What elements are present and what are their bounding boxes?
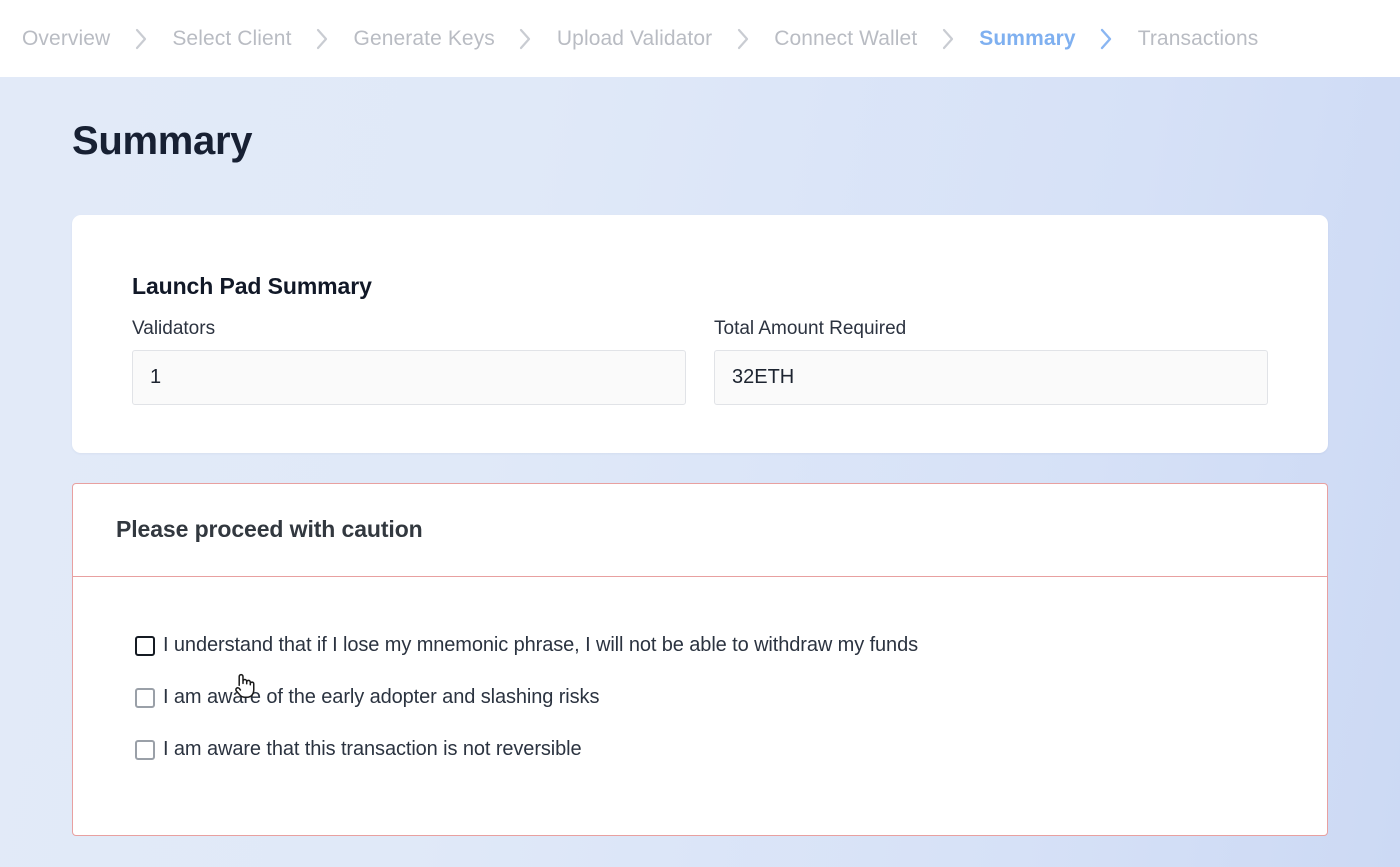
- chevron-right-icon: [110, 28, 172, 50]
- breadcrumb-step-upload-validator[interactable]: Upload Validator: [557, 26, 712, 51]
- breadcrumb-step-transactions[interactable]: Transactions: [1138, 26, 1259, 51]
- checkbox-slashing[interactable]: [135, 687, 155, 708]
- breadcrumb-label[interactable]: Overview: [22, 26, 110, 51]
- breadcrumb-label[interactable]: Transactions: [1138, 26, 1259, 51]
- acknowledgement-row-slashing[interactable]: I am aware of the early adopter and slas…: [135, 686, 1284, 709]
- breadcrumb-label[interactable]: Connect Wallet: [774, 26, 917, 51]
- caution-header: Please proceed with caution: [73, 484, 1327, 577]
- acknowledgement-row-irreversible[interactable]: I am aware that this transaction is not …: [135, 738, 1284, 761]
- breadcrumb-step-overview[interactable]: Overview: [22, 26, 110, 51]
- acknowledgement-row-mnemonic[interactable]: I understand that if I lose my mnemonic …: [135, 634, 1284, 657]
- validators-field-group: Validators 1: [132, 318, 686, 405]
- summary-fields-row: Validators 1 Total Amount Required 32ETH: [132, 318, 1268, 405]
- main-content: Summary Launch Pad Summary Validators 1 …: [0, 77, 1400, 867]
- checkbox-irreversible[interactable]: [135, 739, 155, 760]
- validators-label: Validators: [132, 318, 216, 339]
- breadcrumb-label[interactable]: Generate Keys: [354, 26, 495, 51]
- checkbox-label-slashing: I am aware of the early adopter and slas…: [163, 685, 600, 708]
- total-amount-label: Total Amount Required: [714, 318, 907, 339]
- breadcrumb-label-active[interactable]: Summary: [979, 26, 1075, 51]
- chevron-right-icon: [917, 28, 979, 50]
- breadcrumb: Overview Select Client Generate Keys Upl…: [0, 0, 1400, 77]
- total-amount-field-group: Total Amount Required 32ETH: [714, 318, 1268, 405]
- chevron-right-icon: [712, 28, 774, 50]
- breadcrumb-step-connect-wallet[interactable]: Connect Wallet: [774, 26, 917, 51]
- chevron-right-icon-active: [1076, 28, 1138, 50]
- checkbox-label-mnemonic: I understand that if I lose my mnemonic …: [163, 633, 919, 656]
- chevron-right-icon: [292, 28, 354, 50]
- breadcrumb-label[interactable]: Upload Validator: [557, 26, 712, 51]
- app-root: Overview Select Client Generate Keys Upl…: [0, 0, 1400, 867]
- chevron-right-icon: [495, 28, 557, 50]
- total-amount-input[interactable]: 32ETH: [714, 349, 1268, 405]
- launch-pad-summary-card: Launch Pad Summary Validators 1 Total Am…: [72, 215, 1328, 453]
- caution-checkbox-list: I understand that if I lose my mnemonic …: [73, 577, 1327, 835]
- breadcrumb-label[interactable]: Select Client: [172, 26, 291, 51]
- caution-title: Please proceed with caution: [116, 516, 423, 543]
- breadcrumb-step-generate-keys[interactable]: Generate Keys: [354, 26, 495, 51]
- caution-panel: Please proceed with caution I understand…: [72, 482, 1328, 836]
- card-title: Launch Pad Summary: [132, 273, 372, 299]
- page-title: Summary: [72, 119, 253, 163]
- checkbox-mnemonic[interactable]: [135, 635, 155, 656]
- breadcrumb-step-summary[interactable]: Summary: [979, 26, 1075, 51]
- validators-input[interactable]: 1: [132, 349, 686, 405]
- breadcrumb-step-select-client[interactable]: Select Client: [172, 26, 291, 51]
- checkbox-label-irreversible: I am aware that this transaction is not …: [163, 737, 582, 760]
